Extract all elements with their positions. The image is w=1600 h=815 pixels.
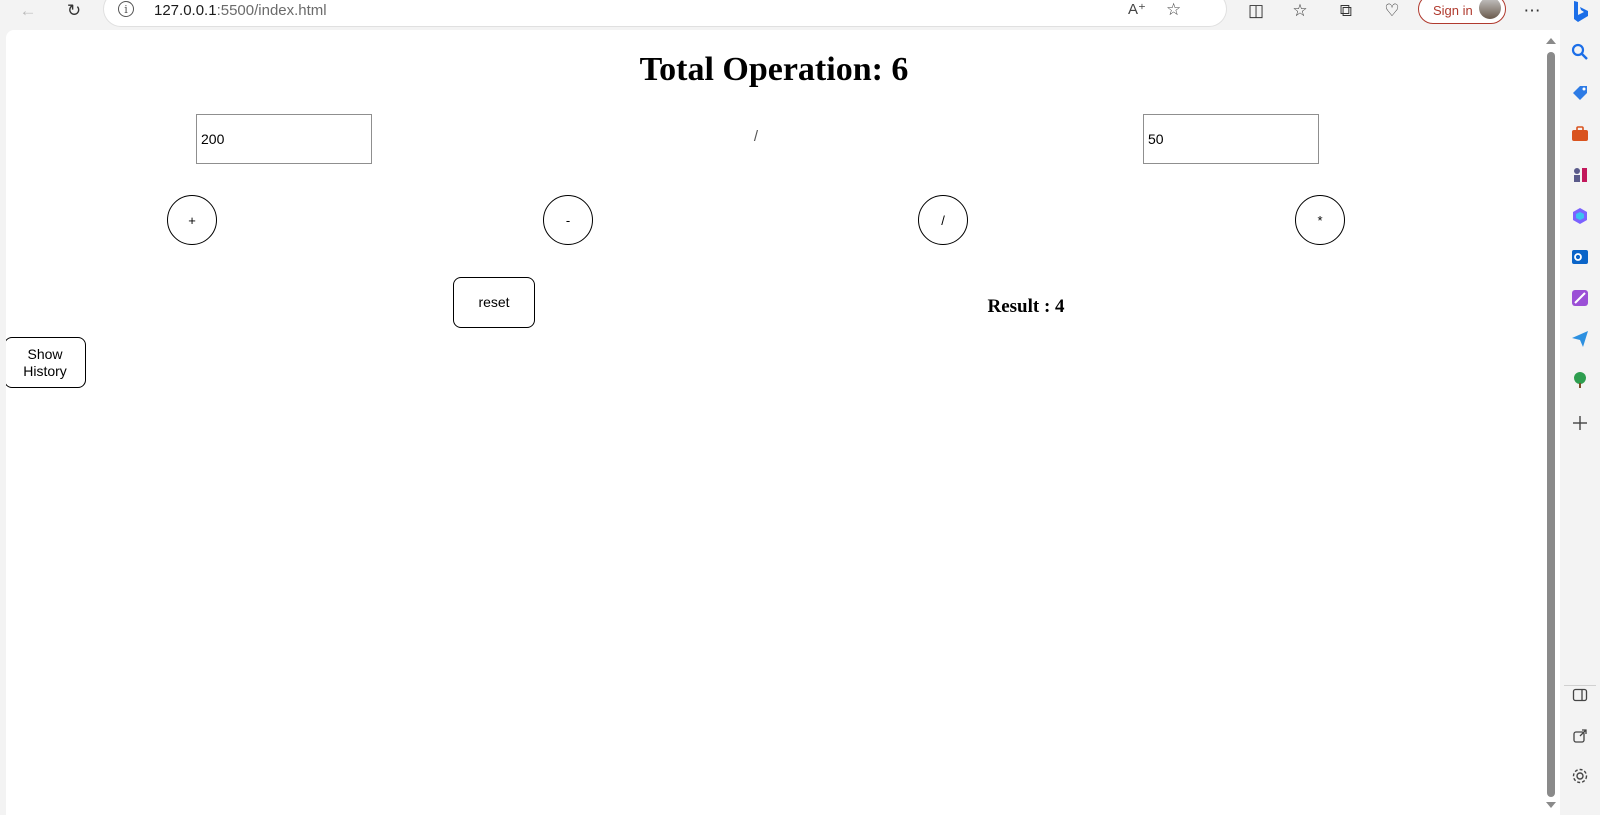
designer-icon[interactable] — [1568, 286, 1592, 310]
games-chess-icon[interactable] — [1568, 163, 1592, 187]
back-icon[interactable]: ← — [16, 0, 40, 22]
result-label: Result : — [987, 296, 1056, 317]
refresh-icon[interactable]: ↻ — [62, 0, 86, 22]
browser-toolbar: ← ↻ i 127.0.0.1:5500/index.html A⁺ ☆ ◫ ☆… — [0, 0, 1560, 30]
favorites-icon[interactable]: ☆ — [1288, 0, 1312, 22]
first-number-input[interactable] — [196, 114, 372, 164]
collections-icon[interactable]: ⧉ — [1334, 0, 1358, 22]
add-icon[interactable] — [1568, 411, 1592, 435]
subtract-button[interactable]: - — [543, 195, 593, 245]
address-bar[interactable]: i 127.0.0.1:5500/index.html A⁺ ☆ — [104, 0, 1226, 26]
shopping-tag-icon[interactable] — [1568, 81, 1592, 105]
bing-copilot-icon[interactable] — [1568, 0, 1592, 24]
split-screen-icon[interactable]: ◫ — [1244, 0, 1268, 22]
search-icon[interactable] — [1568, 40, 1592, 64]
tree-icon[interactable] — [1568, 368, 1592, 392]
more-options-icon[interactable]: ⋯ — [1520, 0, 1544, 22]
hide-sidebar-icon[interactable] — [1568, 683, 1592, 707]
outlook-icon[interactable] — [1568, 245, 1592, 269]
url-host: 127.0.0.1 — [154, 2, 217, 19]
browser-essentials-icon[interactable]: ♡ — [1380, 0, 1404, 22]
reset-button[interactable]: reset — [453, 277, 535, 328]
show-history-button[interactable]: Show History — [6, 337, 86, 388]
scroll-thumb[interactable] — [1547, 52, 1555, 797]
scroll-up-arrow-icon[interactable] — [1546, 38, 1556, 44]
site-info-icon[interactable]: i — [118, 1, 134, 17]
browser-sidebar — [1560, 0, 1600, 815]
avatar — [1479, 0, 1501, 19]
favorite-star-icon[interactable]: ☆ — [1166, 0, 1181, 20]
send-icon[interactable] — [1568, 327, 1592, 351]
page-viewport: Total Operation: 6 / + - / * reset Resul… — [6, 30, 1560, 815]
selected-operator-display: / — [753, 128, 759, 145]
microsoft-365-icon[interactable] — [1568, 204, 1592, 228]
second-number-input[interactable] — [1143, 114, 1319, 164]
sign-in-label: Sign in — [1433, 3, 1473, 18]
result-value: 4 — [1055, 296, 1065, 317]
multiply-button[interactable]: * — [1295, 195, 1345, 245]
external-link-icon[interactable] — [1568, 724, 1592, 748]
page-title: Total Operation: 6 — [639, 51, 909, 88]
url-path: :5500/index.html — [216, 2, 327, 19]
scroll-down-arrow-icon[interactable] — [1546, 802, 1556, 808]
add-button[interactable]: + — [167, 195, 217, 245]
page-scrollbar[interactable] — [1542, 30, 1560, 815]
sign-in-button[interactable]: Sign in — [1418, 0, 1506, 24]
settings-gear-icon[interactable] — [1568, 764, 1592, 788]
result-display: Result : 4 — [972, 296, 1080, 318]
tools-briefcase-icon[interactable] — [1568, 122, 1592, 146]
divide-button[interactable]: / — [918, 195, 968, 245]
url-text[interactable]: 127.0.0.1:5500/index.html — [154, 2, 327, 19]
read-aloud-icon[interactable]: A⁺ — [1128, 0, 1146, 18]
calculator-page: Total Operation: 6 / + - / * reset Resul… — [6, 30, 1542, 815]
